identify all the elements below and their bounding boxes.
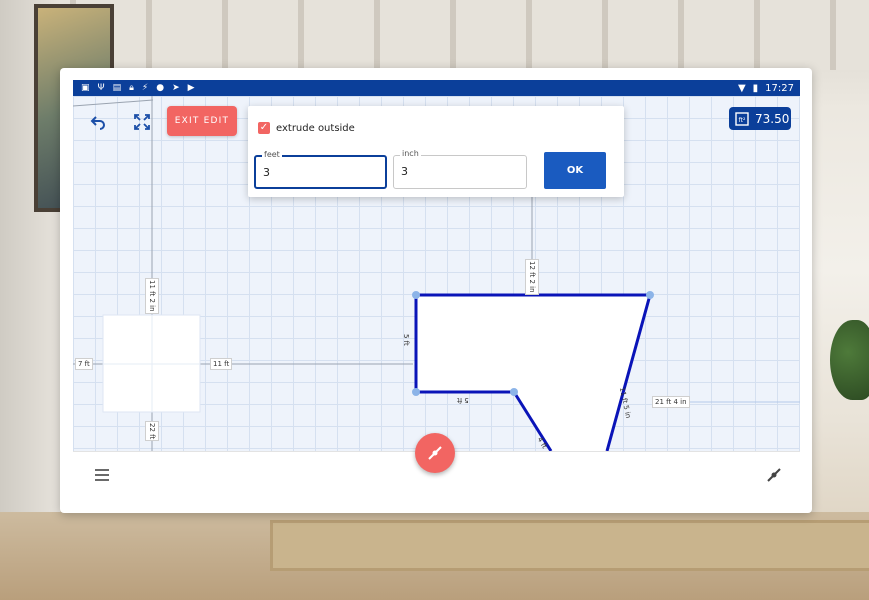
svg-text:ft²: ft²: [739, 117, 746, 124]
usb-icon: Ψ: [97, 83, 105, 93]
measure-right-side: 21 ft 4 in: [652, 396, 690, 408]
vertex: [412, 388, 420, 396]
draw-wall-fab[interactable]: [415, 433, 455, 473]
area-ft-icon: ft²: [735, 111, 749, 126]
feet-label: feet: [262, 150, 282, 159]
plant: [830, 320, 869, 400]
extrude-outside-label: extrude outside: [276, 122, 355, 134]
measure-tool-button[interactable]: [763, 464, 785, 486]
ruler-pen-icon: [428, 446, 442, 460]
measure-shape-inner: 5 ft: [457, 396, 469, 404]
room-ceiling: [0, 0, 869, 70]
menu-button[interactable]: [91, 464, 113, 486]
extrude-dialog: ✓ extrude outside feet inch OK: [248, 106, 624, 197]
send-icon: ➤: [172, 83, 180, 93]
menu-icon: [95, 469, 109, 481]
window-icon: ▤: [112, 83, 122, 93]
lock-icon: 🔒︎: [129, 83, 134, 93]
measure-left-bottom: 22 ft: [145, 421, 159, 442]
feet-field[interactable]: feet: [254, 150, 387, 189]
rug: [270, 520, 869, 571]
vertex: [510, 388, 518, 396]
ruler-pen-icon: [767, 468, 781, 482]
undo-icon: [90, 116, 105, 130]
status-time: 17:27: [765, 82, 794, 94]
ok-button[interactable]: OK: [544, 152, 606, 189]
exit-edit-button[interactable]: EXIT EDIT: [167, 106, 237, 136]
status-icons-left: ▣ Ψ ▤ 🔒︎ ⚡︎ ● ➤ ▶: [73, 80, 195, 96]
status-icons-right: ▼ ▮ 17:27: [738, 83, 800, 94]
measure-shape-left: 5 ft: [402, 334, 410, 346]
measure-left-left: 7 ft: [75, 358, 93, 370]
inch-field[interactable]: inch: [393, 149, 527, 189]
bolt-icon: ⚡︎: [141, 83, 149, 93]
status-bar: ▣ Ψ ▤ 🔒︎ ⚡︎ ● ➤ ▶ ▼ ▮ 17:27: [73, 80, 800, 96]
undo-button[interactable]: [86, 110, 110, 134]
inch-input[interactable]: [399, 164, 513, 179]
feet-input[interactable]: [261, 165, 375, 180]
battery-icon: ▮: [752, 82, 759, 94]
play-store-icon: ▶: [187, 83, 195, 93]
vertex: [412, 291, 420, 299]
wifi-icon: ▼: [737, 82, 746, 94]
image-icon: ▣: [81, 83, 90, 93]
tablet-screen: ▣ Ψ ▤ 🔒︎ ⚡︎ ● ➤ ▶ ▼ ▮ 17:27 11 ft 2 in 7…: [60, 68, 812, 513]
bulb-icon: ●: [156, 83, 165, 93]
extrude-outside-option[interactable]: ✓ extrude outside: [258, 122, 355, 134]
guide-line-corner: [73, 99, 154, 107]
measure-left-right: 11 ft: [210, 358, 233, 370]
expand-icon: [134, 114, 150, 130]
area-badge[interactable]: ft² 73.50: [729, 107, 791, 130]
measure-shape-top: 12 ft 2 in: [525, 259, 539, 295]
area-value: 73.50: [755, 111, 790, 126]
inch-label: inch: [400, 149, 421, 158]
fit-screen-button[interactable]: [130, 110, 154, 134]
extrude-outside-checkbox[interactable]: ✓: [258, 122, 270, 134]
measure-left-top: 11 ft 2 in: [145, 278, 159, 314]
vertex: [646, 291, 654, 299]
